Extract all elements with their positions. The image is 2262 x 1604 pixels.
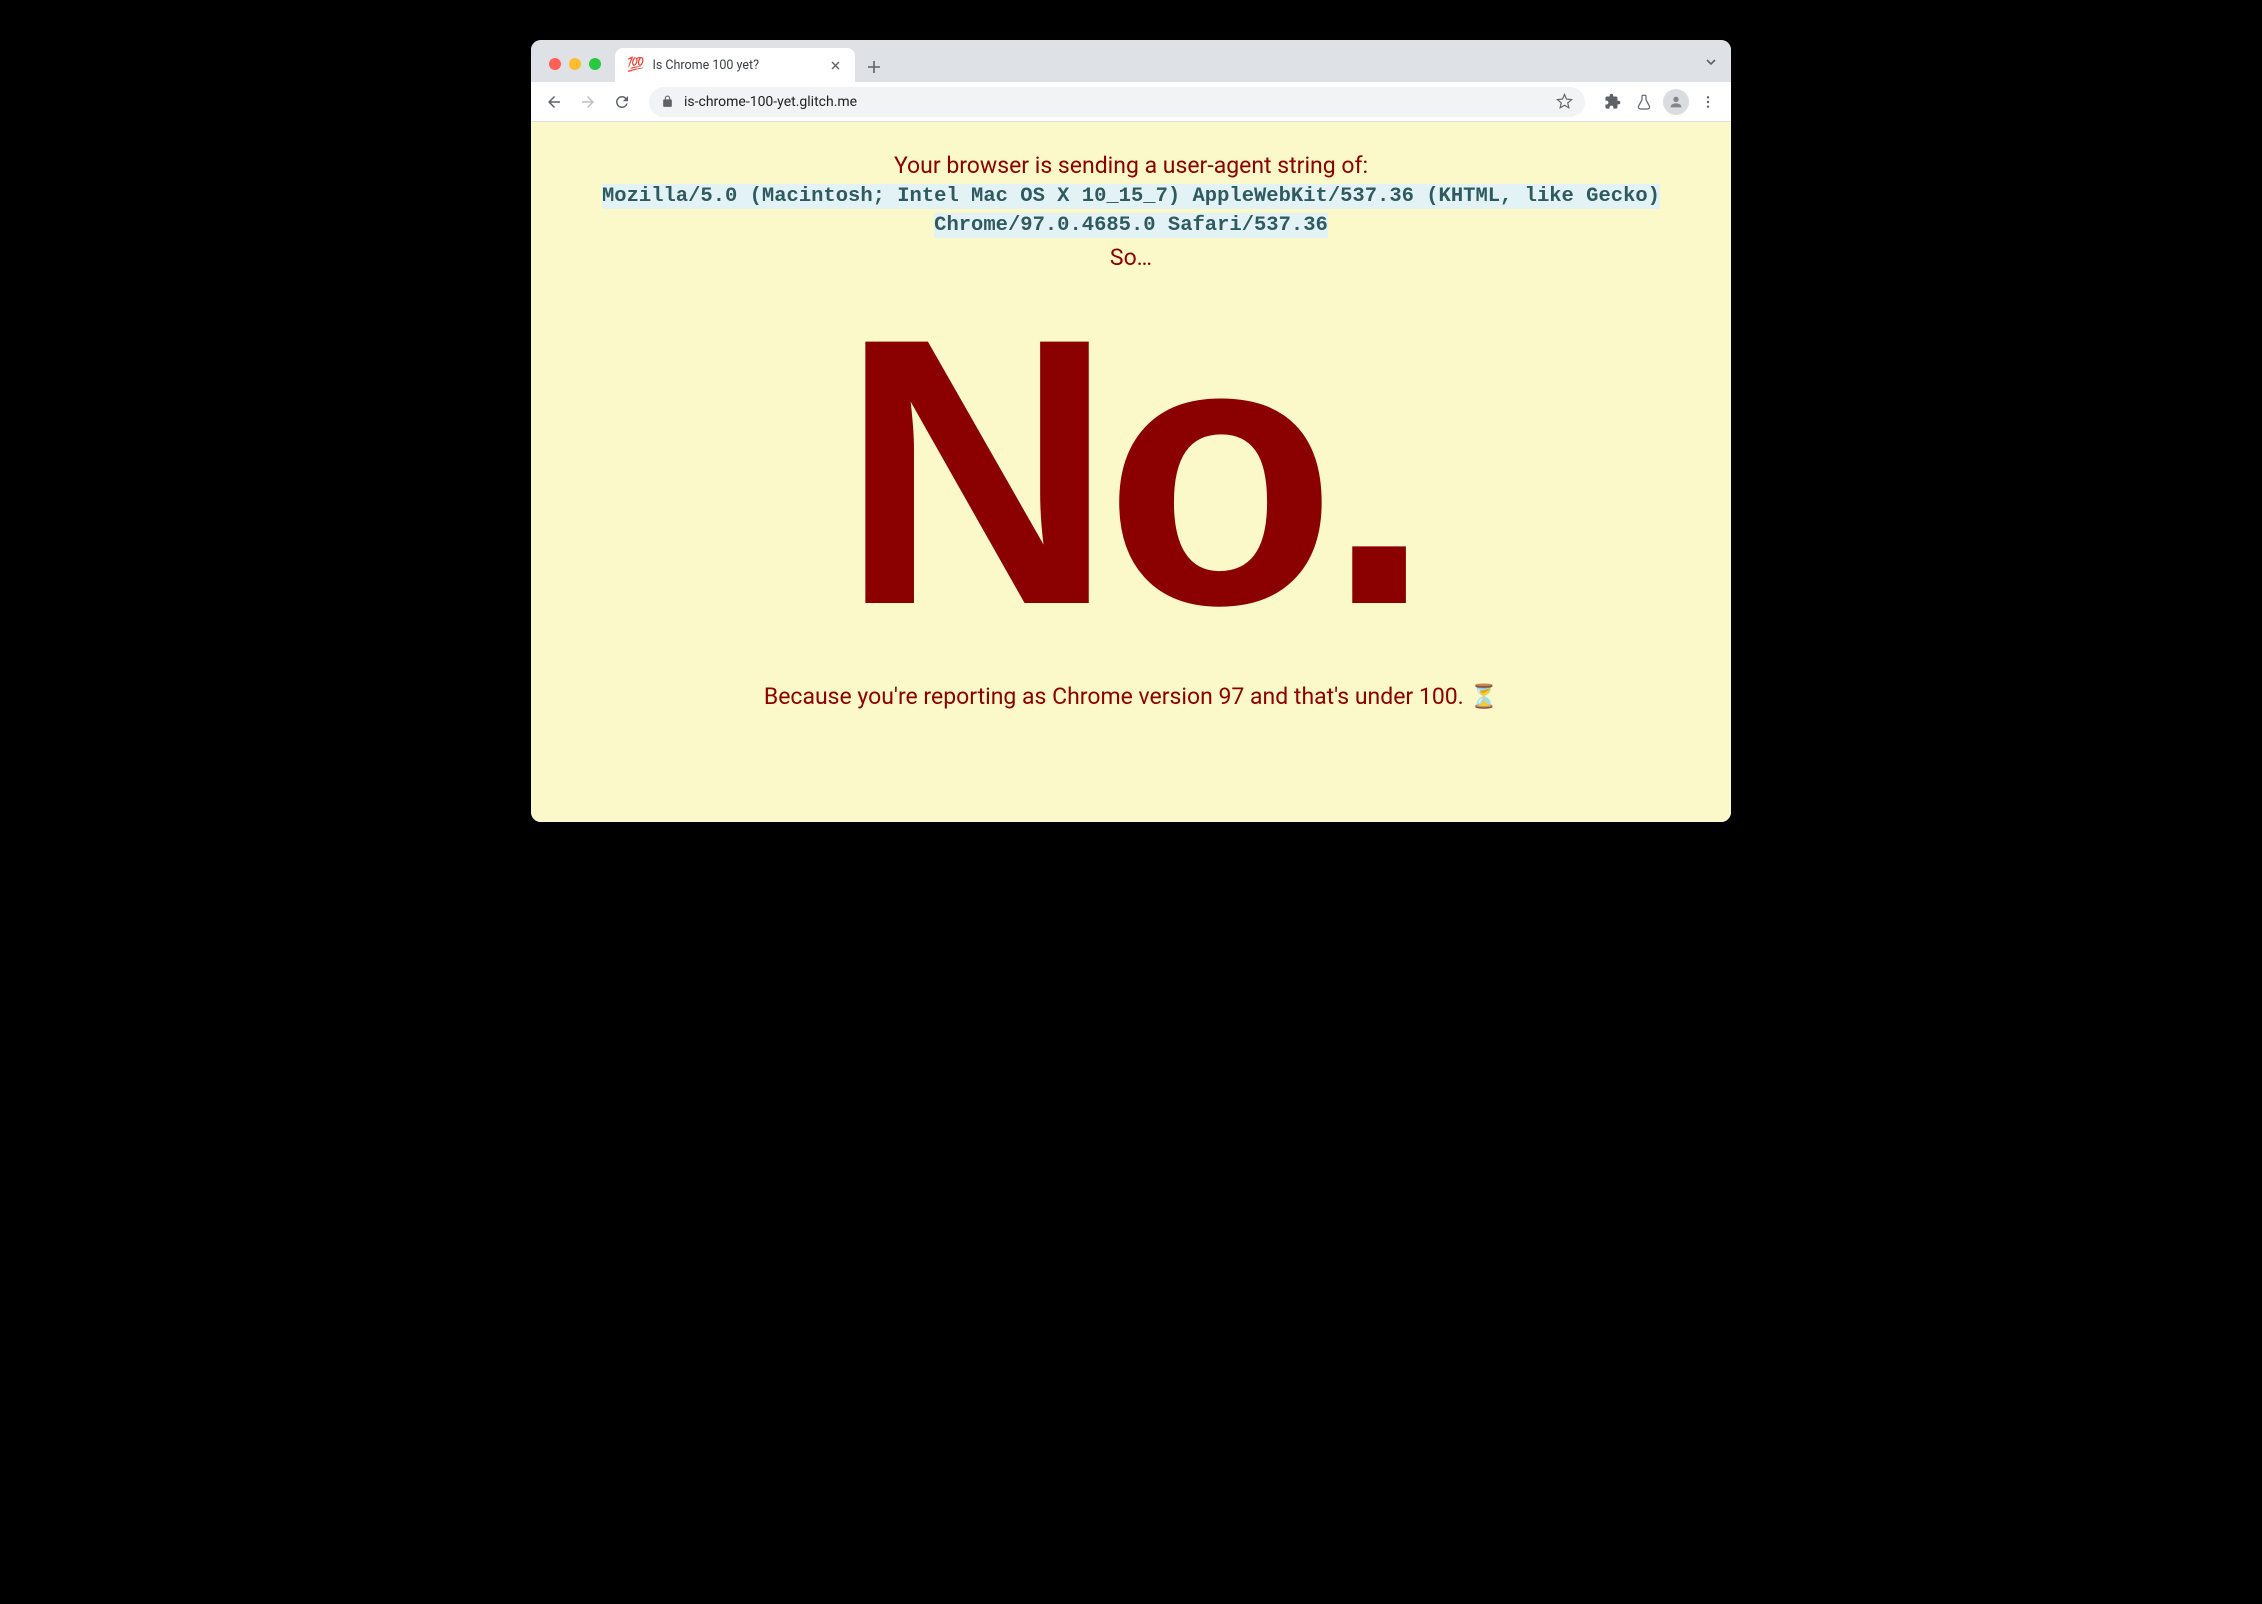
minimize-window-button[interactable] bbox=[569, 58, 581, 70]
back-button[interactable] bbox=[539, 87, 569, 117]
lock-icon bbox=[661, 95, 674, 108]
profile-button[interactable] bbox=[1661, 87, 1691, 117]
bookmark-star-icon[interactable] bbox=[1556, 93, 1573, 110]
avatar bbox=[1663, 89, 1689, 115]
tab-favicon: 💯 bbox=[627, 57, 644, 73]
reason-text: Because you're reporting as Chrome versi… bbox=[541, 683, 1721, 710]
maximize-window-button[interactable] bbox=[589, 58, 601, 70]
extensions-button[interactable] bbox=[1597, 87, 1627, 117]
window-controls bbox=[539, 58, 611, 82]
user-agent-wrap: Mozilla/5.0 (Macintosh; Intel Mac OS X 1… bbox=[581, 183, 1681, 240]
tab-dropdown-button[interactable] bbox=[1705, 56, 1717, 68]
menu-button[interactable] bbox=[1693, 87, 1723, 117]
forward-button[interactable] bbox=[573, 87, 603, 117]
tab-strip: 💯 Is Chrome 100 yet? bbox=[531, 40, 1731, 82]
toolbar: is-chrome-100-yet.glitch.me bbox=[531, 82, 1731, 122]
user-agent-string: Mozilla/5.0 (Macintosh; Intel Mac OS X 1… bbox=[602, 184, 1660, 238]
toolbar-right bbox=[1597, 87, 1723, 117]
browser-window: 💯 Is Chrome 100 yet? is-chrome-100-yet. bbox=[531, 40, 1731, 822]
url-text: is-chrome-100-yet.glitch.me bbox=[684, 94, 1546, 110]
close-tab-button[interactable] bbox=[827, 57, 843, 73]
address-bar[interactable]: is-chrome-100-yet.glitch.me bbox=[649, 87, 1585, 117]
answer-text: No. bbox=[541, 301, 1721, 643]
intro-text: Your browser is sending a user-agent str… bbox=[541, 152, 1721, 179]
labs-button[interactable] bbox=[1629, 87, 1659, 117]
tab-title: Is Chrome 100 yet? bbox=[652, 58, 819, 73]
close-window-button[interactable] bbox=[549, 58, 561, 70]
page-content: Your browser is sending a user-agent str… bbox=[531, 122, 1731, 822]
reload-button[interactable] bbox=[607, 87, 637, 117]
new-tab-button[interactable] bbox=[855, 60, 893, 82]
browser-tab[interactable]: 💯 Is Chrome 100 yet? bbox=[615, 48, 855, 82]
